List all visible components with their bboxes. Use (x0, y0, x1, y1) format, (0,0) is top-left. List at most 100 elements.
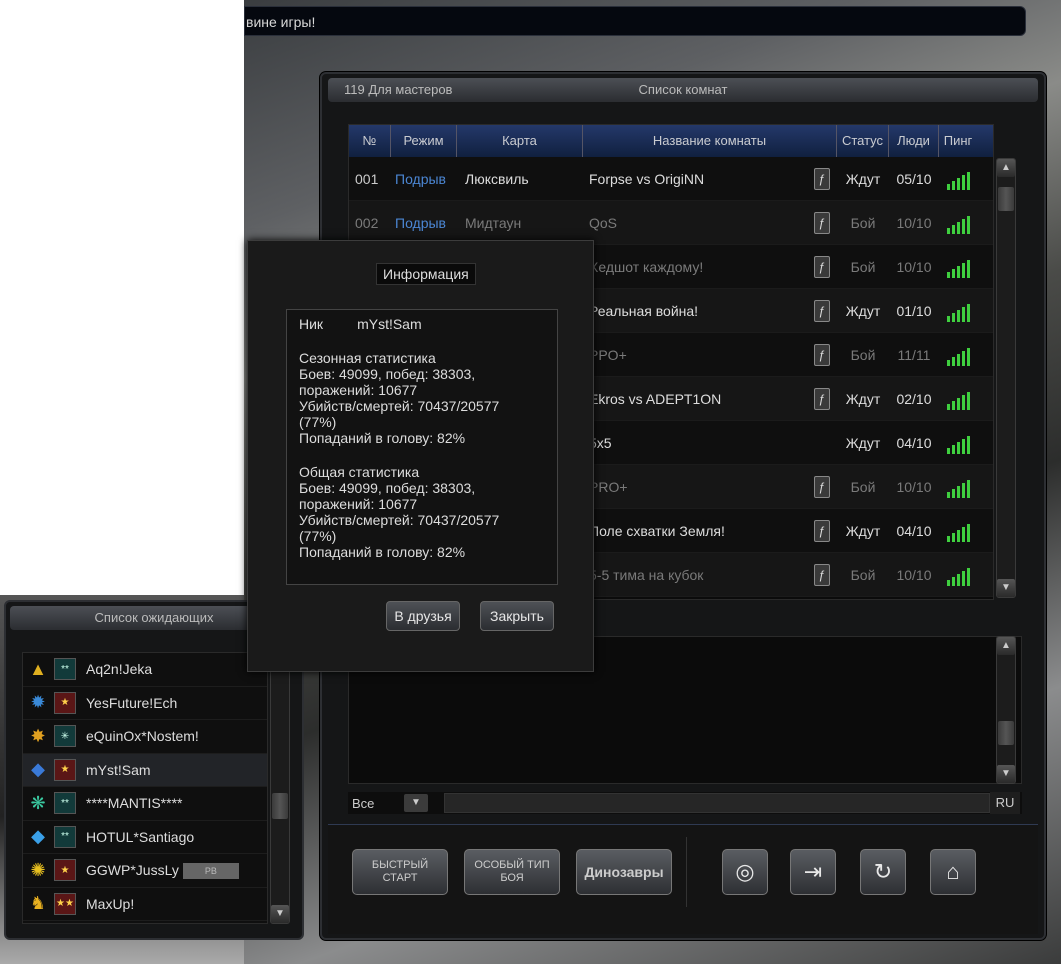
globe-icon[interactable]: ◎ (722, 849, 768, 895)
home-plus-icon[interactable]: ⌂ (930, 849, 976, 895)
channel-name[interactable]: 119 Для мастеров (344, 78, 452, 102)
ping-signal-icon (939, 465, 977, 508)
room-scrollbar[interactable]: ▲ ▼ (996, 158, 1016, 598)
lock-slot: ƒ (807, 509, 837, 552)
total-title: Общая статистика (299, 464, 420, 480)
room-people: 10/10 (896, 479, 932, 495)
room-name: Хедшот каждому! (589, 259, 704, 275)
clan-emblem-icon: ♞ (29, 893, 47, 914)
room-number: 002 (355, 215, 379, 231)
room-status: Ждут (845, 391, 881, 407)
waiting-player[interactable]: ✹ ★ YesFuture!Ech (23, 687, 267, 720)
room-row[interactable]: 002 Подрыв Мидтаун QoS ƒ Бой 10/10 (349, 201, 993, 245)
room-status: Ждут (845, 303, 881, 319)
total-kd: Убийств/смертей: 70437/20577 (299, 512, 500, 528)
lock-icon: ƒ (814, 211, 830, 234)
scroll-down-icon[interactable]: ▼ (997, 579, 1015, 597)
clan-emblem-icon: ✸ (30, 725, 46, 746)
chat-filter-select[interactable]: Все (348, 796, 404, 811)
ping-signal-icon (939, 245, 977, 288)
lock-icon: ƒ (814, 519, 830, 542)
lock-icon: ƒ (814, 387, 830, 410)
room-name: Ekros vs ADEPT1ON (589, 391, 722, 407)
lock-slot (807, 421, 837, 464)
nick-label: Ник (299, 316, 324, 332)
player-name: HOTUL*Santiago (86, 829, 267, 845)
chat-scroll-down-icon[interactable]: ▼ (997, 765, 1015, 783)
quick-start-button[interactable]: БЫСТРЫЙ СТАРТ (352, 849, 448, 895)
ping-signal-icon (939, 377, 977, 420)
col-people[interactable]: Люди (889, 125, 939, 157)
room-name: PPO+ (589, 347, 627, 363)
nick-value: mYst!Sam (357, 316, 422, 332)
player-name-text: MaxUp! (86, 895, 135, 912)
room-status: Бой (850, 215, 876, 231)
lock-slot: ƒ (807, 377, 837, 420)
waiting-scroll-down-icon[interactable]: ▼ (271, 905, 289, 923)
waiting-scroll-thumb[interactable] (272, 793, 288, 819)
chat-scrollbar[interactable]: ▲ ▼ (996, 636, 1016, 784)
chat-input[interactable] (444, 793, 990, 813)
col-ping[interactable]: Пинг (939, 125, 977, 157)
scroll-up-icon[interactable]: ▲ (997, 159, 1015, 177)
close-button[interactable]: Закрыть (480, 601, 554, 631)
lock-icon: ƒ (814, 255, 830, 278)
info-dialog-title: Информация (376, 263, 476, 285)
col-status[interactable]: Статус (837, 125, 889, 157)
season-kd: Убийств/смертей: 70437/20577 (299, 398, 500, 414)
ping-signal-icon (939, 421, 977, 464)
player-name: GGWP*JussLy PB (86, 862, 267, 879)
lock-slot: ƒ (807, 465, 837, 508)
scroll-thumb[interactable] (998, 187, 1014, 211)
chat-scroll-up-icon[interactable]: ▲ (997, 637, 1015, 655)
total-battles: Боев: 49099, побед: 38303, (299, 480, 476, 496)
col-map[interactable]: Карта (457, 125, 583, 157)
waiting-scrollbar[interactable]: ▼ (270, 652, 290, 924)
room-name: Реальная война! (589, 303, 699, 319)
refresh-icon[interactable]: ↻ (860, 849, 906, 895)
room-status: Ждут (845, 435, 881, 451)
lock-slot: ƒ (807, 333, 837, 376)
lock-icon: ƒ (814, 563, 830, 586)
waiting-player[interactable]: ◆ ★ mYst!Sam (23, 753, 267, 787)
waiting-player[interactable]: ◆ ** HOTUL*Santiago (23, 821, 267, 854)
room-row[interactable]: 001 Подрыв Люксвиль Forpse vs OrigiNN ƒ Ждут 0… (349, 157, 993, 201)
language-indicator[interactable]: RU (990, 792, 1020, 814)
chat-scroll-thumb[interactable] (998, 721, 1014, 745)
lock-icon: ƒ (814, 475, 830, 498)
room-table-header: № Режим Карта Название комнаты Статус Лю… (349, 125, 993, 157)
lock-icon: ƒ (814, 299, 830, 322)
news-ticker: вине игры! (244, 6, 1026, 36)
special-battle-button[interactable]: ОСОБЫЙ ТИП БОЯ (464, 849, 560, 895)
waiting-player[interactable]: ✺ ★ GGWP*JussLy PB (23, 854, 267, 888)
waiting-player[interactable]: ♞ ★★ MaxUp! (23, 888, 267, 921)
season-pct: (77%) (299, 414, 337, 430)
rank-icon: ★ (54, 859, 76, 882)
room-name: 5-5 тима на кубок (589, 567, 704, 583)
room-people: 02/10 (896, 391, 932, 407)
player-name-text: Aq2n!Jeka (86, 661, 153, 678)
player-name: ****MANTIS**** (86, 795, 267, 811)
col-room-name[interactable]: Название комнаты (583, 125, 837, 157)
col-number[interactable]: № (349, 125, 391, 157)
chevron-down-icon[interactable]: ▼ (404, 794, 428, 812)
exit-icon[interactable]: ⇥ (790, 849, 836, 895)
ping-signal-icon (939, 201, 977, 244)
rank-icon: ✳ (54, 725, 76, 748)
quick-start-label: БЫСТРЫЙ СТАРТ (371, 859, 429, 884)
waiting-list: ▲ ** Aq2n!Jeka ✹ ★ YesFuture!Ech ✸ ✳ eQuinOx*Nos… (22, 652, 268, 924)
room-name: QoS (589, 215, 618, 231)
lock-slot: ƒ (807, 201, 837, 244)
room-people: 04/10 (896, 523, 932, 539)
waiting-player[interactable]: ✸ ✳ eQuinOx*Nostem! (23, 720, 267, 754)
ping-signal-icon (939, 333, 977, 376)
ping-signal-icon (939, 157, 977, 200)
season-hs: Попаданий в голову: 82% (299, 430, 466, 446)
col-mode[interactable]: Режим (391, 125, 457, 157)
total-pct: (77%) (299, 528, 337, 544)
add-friend-button[interactable]: В друзья (386, 601, 460, 631)
waiting-player[interactable]: ▲ ** Aq2n!Jeka (23, 653, 267, 687)
dinosaurs-button[interactable]: Динозавры (576, 849, 672, 895)
room-status: Бой (850, 259, 876, 275)
waiting-player[interactable]: ❋ ** ****MANTIS**** (23, 787, 267, 821)
